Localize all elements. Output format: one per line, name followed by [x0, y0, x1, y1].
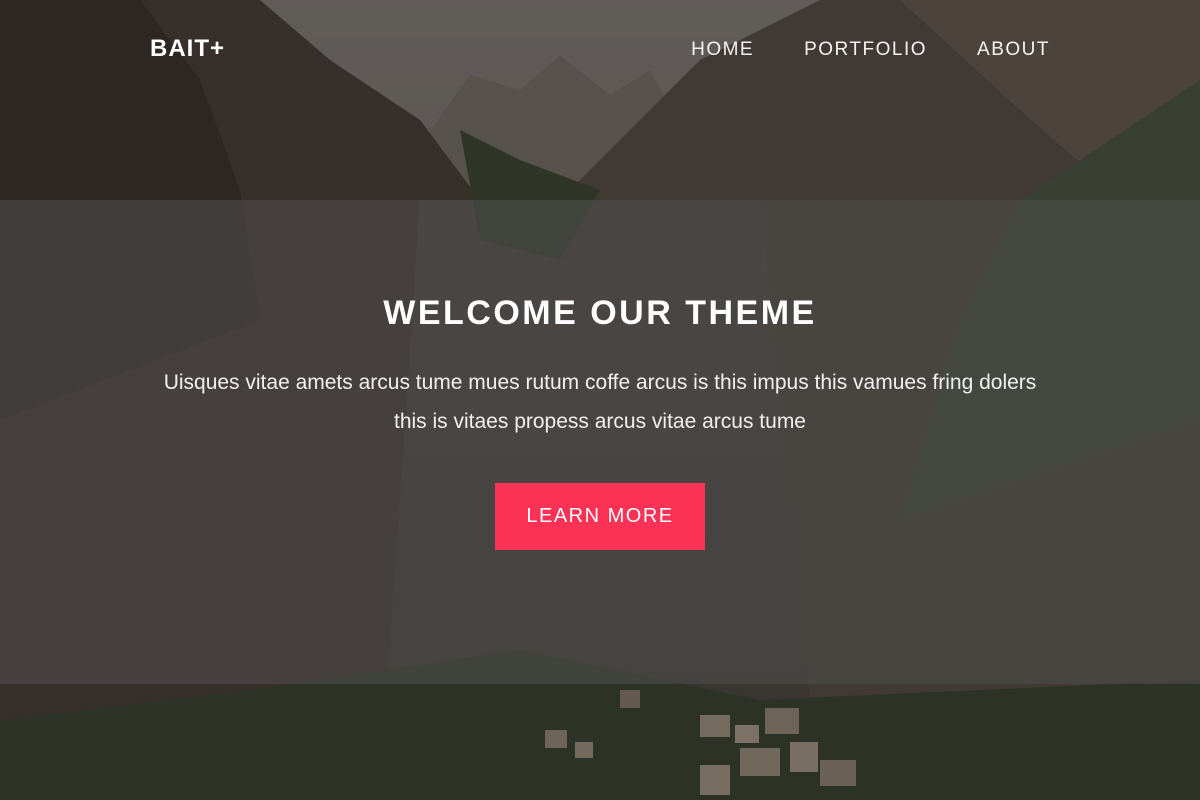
- hero-description: Uisques vitae amets arcus tume mues rutu…: [163, 371, 1037, 433]
- nav-link-portfolio[interactable]: PORTFOLIO: [804, 36, 927, 64]
- nav-links: HOME PORTFOLIO ABOUT: [691, 36, 1050, 64]
- hero-section: WELCOME OUR THEME Uisques vitae amets ar…: [0, 200, 1200, 684]
- brand-logo[interactable]: BAIT+: [150, 34, 225, 64]
- learn-more-button[interactable]: LEARN MORE: [495, 483, 705, 550]
- hero-title: WELCOME OUR THEME: [383, 294, 817, 332]
- nav-link-home[interactable]: HOME: [691, 36, 754, 64]
- top-navbar: BAIT+ HOME PORTFOLIO ABOUT: [0, 0, 1200, 100]
- nav-link-about[interactable]: ABOUT: [977, 36, 1050, 64]
